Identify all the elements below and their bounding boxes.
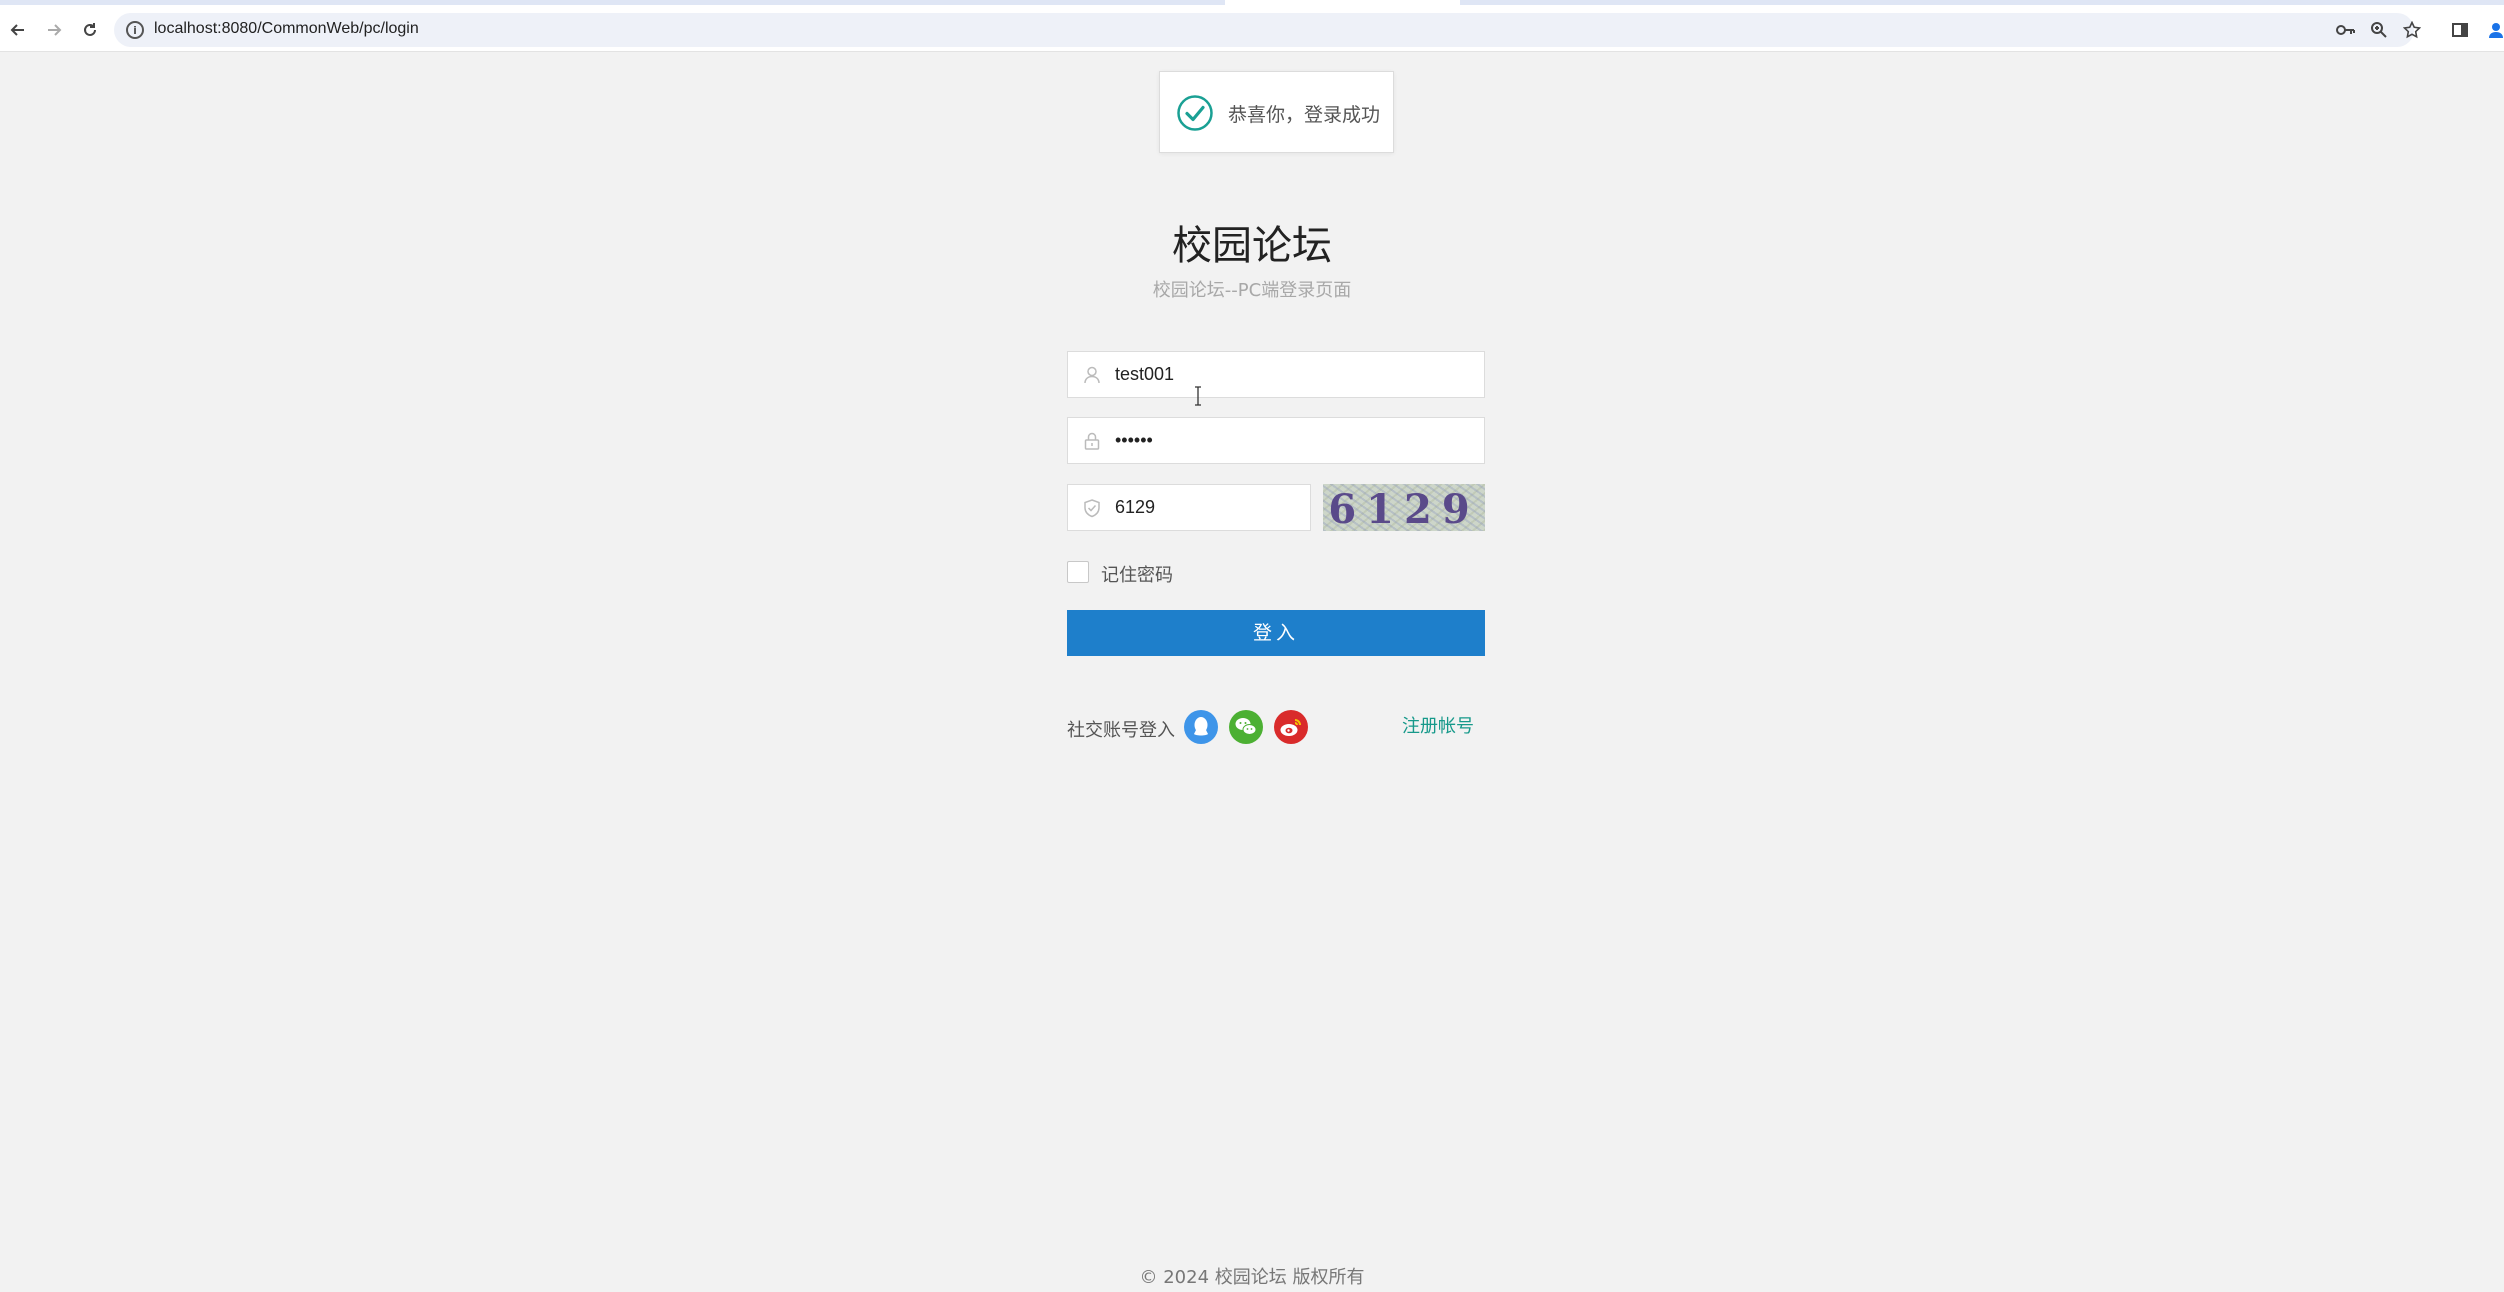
toast-message: 恭喜你，登录成功 [1228, 104, 1381, 126]
success-toast: 恭喜你，登录成功 [1159, 71, 1394, 153]
info-icon[interactable]: i [126, 21, 144, 39]
password-field[interactable]: •••••• [1067, 417, 1485, 464]
zoom-icon[interactable] [2367, 18, 2391, 42]
username-value[interactable]: test001 [1115, 364, 1174, 385]
wechat-icon[interactable] [1229, 710, 1263, 744]
address-bar[interactable]: i localhost:8080/CommonWeb/pc/login [114, 13, 2414, 47]
username-field[interactable]: test001 [1067, 351, 1485, 398]
text-cursor-icon [1195, 386, 1201, 406]
shield-check-icon [1084, 499, 1100, 518]
remember-checkbox[interactable] [1067, 561, 1089, 583]
password-value[interactable]: •••••• [1115, 430, 1153, 451]
register-link[interactable]: 注册帐号 [1402, 712, 1474, 738]
arrow-right-icon[interactable] [42, 18, 66, 42]
star-icon[interactable] [2400, 18, 2424, 42]
captcha-image[interactable]: 6129 [1323, 484, 1485, 531]
login-button[interactable]: 登入 [1067, 610, 1485, 656]
page-title: 校园论坛 [1172, 223, 1332, 269]
tab-strip [0, 0, 2504, 8]
profile-icon[interactable] [2484, 18, 2504, 42]
reload-icon[interactable] [78, 18, 102, 42]
check-circle-icon [1177, 95, 1213, 131]
side-panel-icon[interactable] [2448, 18, 2472, 42]
arrow-left-icon[interactable] [6, 18, 30, 42]
captcha-image-text: 6129 [1328, 486, 1480, 531]
social-login-label: 社交账号登入 [1067, 720, 1175, 741]
key-icon[interactable] [2334, 18, 2358, 42]
captcha-value[interactable]: 6129 [1115, 497, 1155, 518]
page-subtitle: 校园论坛--PC端登录页面 [1152, 280, 1352, 301]
remember-label: 记住密码 [1101, 565, 1173, 586]
tab-background [0, 0, 1225, 5]
captcha-field[interactable]: 6129 [1067, 484, 1311, 531]
lock-icon [1084, 432, 1100, 450]
weibo-icon[interactable] [1274, 710, 1308, 744]
user-icon [1084, 366, 1100, 384]
tab-background [1460, 0, 2504, 5]
browser-toolbar: i localhost:8080/CommonWeb/pc/login [0, 8, 2504, 52]
footer-copyright: © 2024 校园论坛 版权所有 [1139, 1267, 1365, 1288]
qq-icon[interactable] [1184, 710, 1218, 744]
url-text[interactable]: localhost:8080/CommonWeb/pc/login [154, 20, 419, 38]
